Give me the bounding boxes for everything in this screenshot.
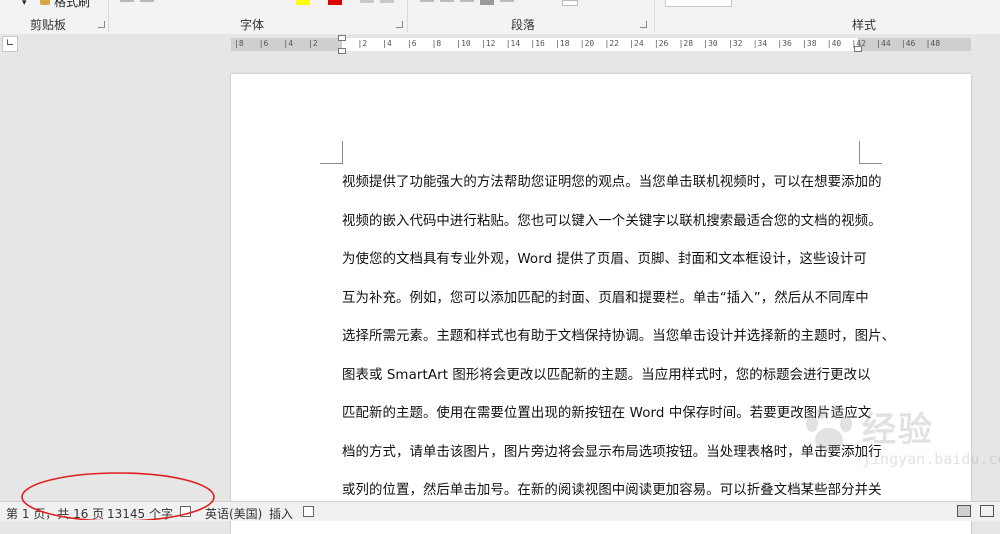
text-line[interactable]: 为使您的文档具有专业外观，Word 提供了页眉、页脚、封面和文本框设计，这些设计… — [342, 247, 867, 286]
format-painter-button[interactable]: 格式刷 — [40, 0, 90, 9]
watermark-url: jingyan.baidu.com — [862, 450, 1000, 468]
ruler-tick-label: |18 — [555, 39, 570, 48]
insert-mode-indicator[interactable]: 插入 — [269, 505, 293, 522]
separator — [407, 0, 408, 32]
ruler-tick-label: |28 — [678, 39, 694, 48]
margin-corner-mark — [859, 141, 882, 164]
text-line[interactable]: 选择所需元素。主题和样式也有助于文档保持协调。当您单击设计并选择新的主题时，图片… — [342, 324, 895, 363]
paragraph-tool-button[interactable] — [500, 0, 514, 2]
font-launcher-icon[interactable] — [396, 21, 403, 28]
ruler-tick-label: |6 — [258, 39, 269, 48]
font-tool-button[interactable] — [140, 0, 154, 2]
baidu-jingyan-watermark: 经验 jingyan.baidu.com — [800, 402, 1000, 502]
ruler-tick-label: |26 — [653, 39, 669, 48]
separator — [654, 0, 655, 32]
horizontal-ruler[interactable]: |8 |6 |4 |2 |2 |4 |6 |8 |10 |12 |14 |16 |18 |20 |22 |24… — [231, 35, 971, 54]
justify-button[interactable] — [480, 0, 494, 5]
paragraph-launcher-icon[interactable] — [640, 21, 647, 28]
ruler-tick-label: |4 — [283, 39, 294, 48]
status-bar: 第 1 页，共 16 页 13145 个字 英语(美国) 插入 — [0, 501, 1000, 521]
hanging-indent-marker[interactable] — [338, 48, 346, 54]
ruler-tick-label: |42 — [851, 39, 866, 48]
proofing-icon[interactable] — [180, 506, 191, 517]
ruler-tick-label: |38 — [802, 39, 817, 48]
ruler-tick-label: |12 — [481, 39, 496, 48]
ruler-tick-label: |2 — [357, 39, 368, 48]
ruler-tick-label: |2 — [308, 39, 318, 48]
ruler-tick-label: |10 — [456, 39, 471, 48]
document-body[interactable]: 视频提供了功能强大的方法帮助您证明您的观点。当您单击联机视频时，可以在想要添加的… — [342, 170, 895, 517]
page-count-indicator[interactable]: 第 1 页，共 16 页 — [6, 505, 104, 522]
styles-group-label: 样式 — [852, 18, 877, 32]
ruler-tick-label: |16 — [530, 39, 545, 48]
macro-record-icon[interactable] — [303, 506, 314, 517]
paragraph-tool-button[interactable] — [440, 0, 454, 2]
clipboard-launcher-icon[interactable] — [98, 21, 105, 28]
ruler-tick-label: |24 — [629, 39, 644, 48]
format-painter-label: 格式刷 — [54, 0, 91, 9]
borders-button[interactable] — [562, 0, 578, 6]
ruler-tick-label: |40 — [826, 39, 842, 48]
ruler-tick-label: |22 — [604, 39, 619, 48]
text-line[interactable]: 档的方式，请单击该图片，图片旁边将会显示布局选项按钮。当处理表格时，单击要添加行 — [342, 440, 882, 479]
ruler-tick-label: |36 — [777, 39, 792, 48]
watermark-text: 经验 — [862, 410, 934, 450]
ruler-tick-label: |4 — [382, 39, 392, 48]
font-color-button[interactable] — [328, 0, 342, 5]
text-line[interactable]: 匹配新的主题。使用在需要位置出现的新按钮在 Word 中保存时间。若要更改图片适… — [342, 401, 871, 440]
paw-logo-icon — [806, 405, 852, 452]
font-tool-button[interactable] — [120, 0, 134, 2]
separator — [108, 0, 109, 32]
style-gallery-item[interactable] — [665, 0, 732, 7]
format-painter-icon — [40, 0, 50, 5]
font-tool-button[interactable] — [380, 0, 394, 3]
text-highlight-color-button[interactable] — [296, 0, 310, 5]
clipboard-group-label: 剪贴板 — [30, 18, 67, 32]
word-count-indicator[interactable]: 13145 个字 — [107, 505, 173, 522]
paragraph-tool-button[interactable] — [460, 0, 474, 2]
print-layout-view-icon[interactable] — [980, 505, 994, 517]
font-group-label: 字体 — [240, 18, 265, 32]
text-line[interactable]: 图表或 SmartArt 图形将会更改以匹配新的主题。当应用样式时，您的标题会进… — [342, 363, 871, 402]
paste-dropdown-icon[interactable]: ▾ — [22, 0, 27, 8]
ruler-row: ∟ |8 |6 |4 |2 |2 |4 |6 |8 |10 |12 |14 |16 |18 |20 |22 |… — [0, 34, 1000, 54]
margin-corner-mark — [320, 141, 343, 164]
ribbon: 格式刷 ▾ 剪贴板 字体 段落 样式 — [0, 0, 1000, 35]
language-indicator[interactable]: 英语(美国) — [205, 505, 262, 522]
tab-selector-button[interactable]: ∟ — [2, 36, 18, 52]
ruler-tick-label: |30 — [703, 39, 718, 48]
ruler-tick-label: |48 — [925, 39, 941, 48]
ruler-tick-label: |6 — [406, 39, 417, 48]
ruler-tick-label: |46 — [900, 39, 916, 48]
first-line-indent-marker[interactable] — [338, 35, 346, 41]
read-mode-view-icon[interactable] — [957, 505, 971, 517]
ruler-tick-label: |14 — [505, 39, 521, 48]
ruler-tick-label: |8 — [234, 39, 244, 48]
ruler-tick-label: |34 — [752, 39, 768, 48]
text-line[interactable]: 视频提供了功能强大的方法帮助您证明您的观点。当您单击联机视频时，可以在想要添加的 — [342, 170, 882, 209]
ruler-tick-label: |20 — [579, 39, 595, 48]
text-line[interactable]: 视频的嵌入代码中进行粘贴。您也可以键入一个关键字以联机搜索最适合您的文档的视频。 — [342, 209, 882, 248]
font-tool-button[interactable] — [360, 0, 374, 3]
ruler-tick-label: |44 — [876, 39, 891, 48]
paragraph-group-label: 段落 — [511, 18, 536, 32]
paragraph-tool-button[interactable] — [420, 0, 434, 2]
text-line[interactable]: 互为补充。例如，您可以添加匹配的封面、页眉和提要栏。单击“插入”，然后从不同库中 — [342, 286, 869, 325]
ruler-tick-label: |8 — [431, 39, 442, 48]
ruler-tick-label: |32 — [728, 39, 743, 48]
